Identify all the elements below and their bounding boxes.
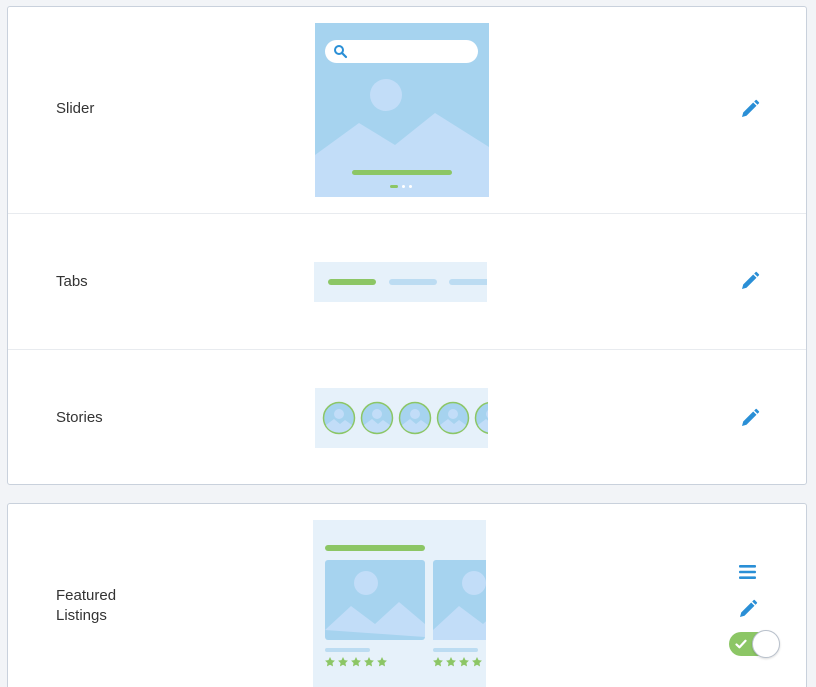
star-icon	[325, 657, 482, 667]
edit-tabs-button[interactable]	[739, 270, 761, 292]
widget-label-line2: Listings	[56, 607, 107, 624]
widget-row-stories: Stories	[8, 349, 806, 486]
widget-label: Stories	[56, 409, 103, 426]
widgets-card-primary: Slider Tabs Stories	[7, 6, 807, 485]
widget-label: Slider	[56, 100, 95, 117]
widget-row-tabs: Tabs	[8, 213, 806, 349]
toggle-knob	[752, 630, 780, 658]
check-icon	[735, 639, 747, 649]
reorder-button[interactable]	[737, 561, 759, 583]
pencil-icon	[742, 99, 760, 117]
tabs-preview	[314, 262, 487, 302]
widget-label-line1: Featured	[56, 587, 117, 604]
widget-label: Tabs	[56, 273, 88, 290]
edit-slider-button[interactable]	[739, 98, 761, 120]
edit-featured-listings-button[interactable]	[737, 598, 759, 620]
featured-listings-preview	[313, 520, 486, 687]
widgets-card-secondary: Featured Listings	[7, 503, 807, 687]
menu-icon	[739, 565, 756, 579]
pencil-icon	[742, 408, 760, 426]
pencil-icon	[740, 599, 758, 617]
stories-preview	[315, 388, 488, 448]
edit-stories-button[interactable]	[739, 407, 761, 429]
featured-listings-toggle[interactable]	[729, 630, 780, 658]
widget-row-featured-listings: Featured Listings	[8, 504, 806, 687]
slider-preview	[315, 23, 489, 197]
pencil-icon	[742, 271, 760, 289]
widget-row-slider: Slider	[8, 7, 806, 213]
